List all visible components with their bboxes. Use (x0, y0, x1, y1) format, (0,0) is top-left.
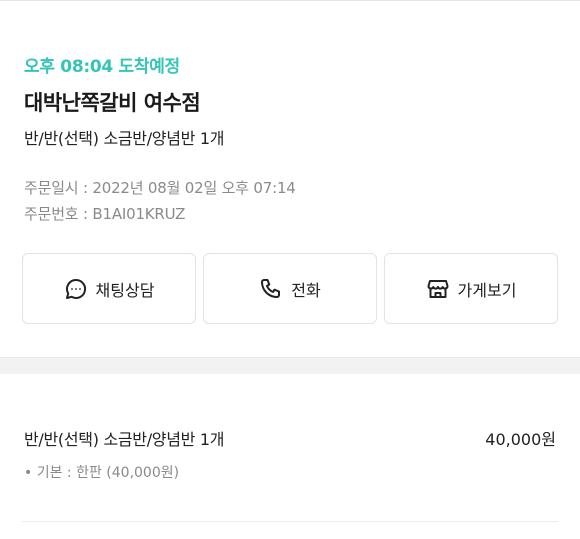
order-number: 주문번호 : B1AI01KRUZ (24, 205, 186, 223)
call-button[interactable]: 전화 (203, 253, 377, 324)
eta-text: 오후 08:04 도착예정 (24, 57, 180, 77)
item-separator (22, 521, 558, 522)
item-name: 반/반(선택) 소금반/양념반 1개 (24, 430, 225, 449)
chat-consult-button[interactable]: 채팅상담 (22, 253, 196, 324)
order-date: 주문일시 : 2022년 08월 02일 오후 07:14 (24, 179, 296, 197)
order-summary-card: 오후 08:04 도착예정 대박난쪽갈비 여수점 반/반(선택) 소금반/양념반… (0, 0, 580, 357)
item-price: 40,000원 (485, 430, 556, 449)
store-name: 대박난쪽갈비 여수점 (24, 91, 201, 115)
item-option: • 기본 : 한판 (40,000원) (24, 465, 180, 481)
store-icon (426, 277, 450, 301)
chat-bubble-icon (64, 277, 88, 301)
view-store-button[interactable]: 가게보기 (384, 253, 558, 324)
phone-icon (259, 277, 283, 301)
call-label: 전화 (291, 280, 321, 300)
chat-consult-label: 채팅상담 (95, 280, 155, 300)
section-divider (0, 357, 580, 374)
view-store-label: 가게보기 (457, 280, 517, 300)
menu-summary: 반/반(선택) 소금반/양념반 1개 (24, 129, 225, 148)
